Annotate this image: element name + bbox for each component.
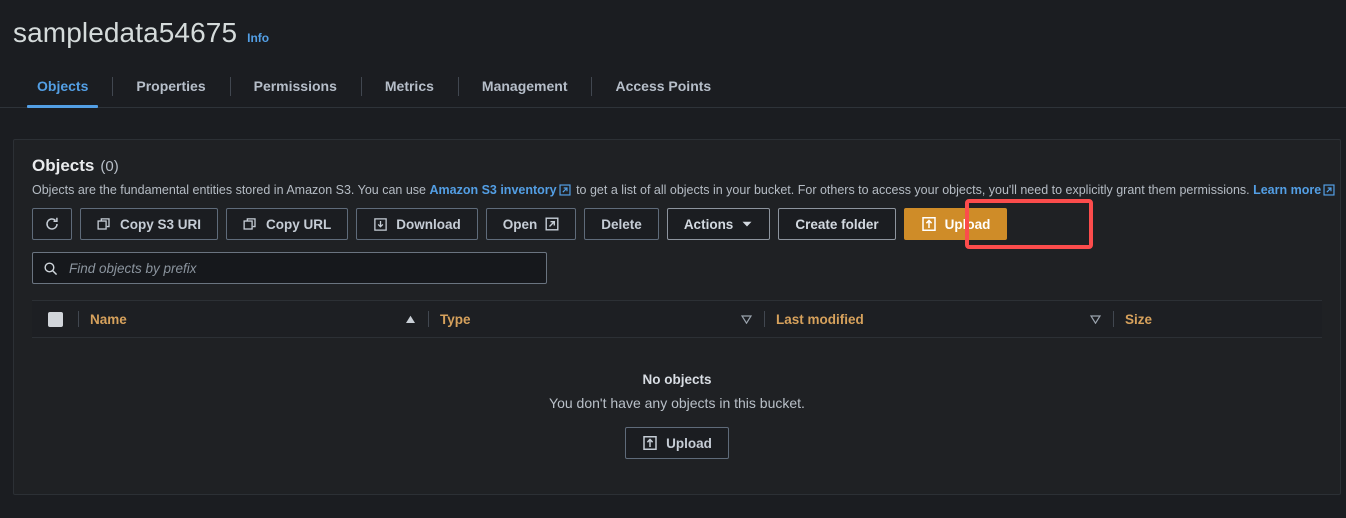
objects-toolbar: Copy S3 URI Copy URL Download Open Delet… [32,199,1322,249]
chevron-down-icon [741,218,753,230]
column-header-name[interactable]: Name [78,301,428,337]
empty-state-upload-label: Upload [666,435,712,451]
download-label: Download [396,216,461,232]
search-row [32,252,1322,284]
upload-button[interactable]: Upload [903,208,1008,240]
copy-url-label: Copy URL [266,216,332,232]
objects-count: (0) [100,158,119,175]
copy-icon [97,217,112,232]
tab-objects[interactable]: Objects [13,68,112,108]
search-icon [43,261,58,276]
open-button[interactable]: Open [485,208,577,240]
column-header-size[interactable]: Size [1113,301,1322,337]
sort-ascending-icon [405,315,416,324]
tab-list: Objects Properties Permissions Metrics M… [0,68,1346,108]
amazon-s3-inventory-link[interactable]: Amazon S3 inventory [429,183,556,197]
select-all-cell [32,301,78,337]
delete-button[interactable]: Delete [584,208,659,240]
refresh-button[interactable] [32,208,72,240]
tab-permissions[interactable]: Permissions [229,68,361,107]
description-text-2: to get a list of all objects in your buc… [572,183,1254,197]
empty-state-actions: Upload [32,427,1322,459]
sort-descending-icon [741,314,752,324]
tab-properties[interactable]: Properties [112,68,229,107]
column-header-type[interactable]: Type [428,301,764,337]
page-header: sampledata54675 Info [0,0,1346,50]
column-header-last-modified-label: Last modified [776,311,864,327]
empty-state-subtitle: You don't have any objects in this bucke… [549,395,805,411]
learn-more-link[interactable]: Learn more [1253,183,1321,197]
empty-state: No objects You don't have any objects in… [32,338,1322,459]
objects-heading: Objects (0) [32,156,1322,176]
objects-table: Name Type Last modified Size No objects … [32,300,1322,459]
s3-bucket-objects-page: sampledata54675 Info Objects Properties … [0,0,1346,518]
tab-access-points[interactable]: Access Points [591,68,735,107]
tabs-container: Objects Properties Permissions Metrics M… [0,68,1346,108]
external-link-icon [1323,184,1335,196]
tab-metrics[interactable]: Metrics [360,68,458,107]
copy-s3-uri-button[interactable]: Copy S3 URI [80,208,219,240]
download-button[interactable]: Download [356,208,478,240]
objects-panel-body: Objects (0) Objects are the fundamental … [14,140,1340,459]
tab-management[interactable]: Management [457,68,592,107]
select-all-checkbox[interactable] [47,311,63,327]
column-header-last-modified[interactable]: Last modified [764,301,1113,337]
refresh-icon [44,216,60,232]
upload-icon [921,216,937,232]
upload-icon [642,435,658,451]
objects-description: Objects are the fundamental entities sto… [32,182,1335,198]
info-link[interactable]: Info [247,31,269,45]
table-header-row: Name Type Last modified Size [32,300,1322,338]
create-folder-button[interactable]: Create folder [778,208,896,240]
sort-descending-icon [1090,314,1101,324]
copy-s3-uri-label: Copy S3 URI [120,216,202,232]
empty-state-upload-button[interactable]: Upload [625,427,729,459]
objects-title: Objects [32,156,95,175]
column-header-size-label: Size [1125,311,1153,327]
open-label: Open [502,216,538,232]
download-icon [373,217,388,232]
actions-label: Actions [683,216,734,232]
column-header-type-label: Type [440,311,471,327]
page-title: sampledata54675 [13,17,238,48]
column-header-name-label: Name [90,311,127,327]
external-link-icon [545,217,559,231]
external-link-icon [559,184,571,196]
copy-url-button[interactable]: Copy URL [226,208,349,240]
upload-label: Upload [944,216,991,232]
search-input[interactable] [67,259,536,277]
search-container[interactable] [32,252,547,284]
actions-dropdown-button[interactable]: Actions [666,208,771,240]
delete-label: Delete [601,216,642,232]
copy-icon [243,217,258,232]
objects-panel: Objects (0) Objects are the fundamental … [13,139,1341,495]
create-folder-label: Create folder [795,216,879,232]
empty-state-title: No objects [642,372,712,387]
description-text-1: Objects are the fundamental entities sto… [32,183,430,197]
